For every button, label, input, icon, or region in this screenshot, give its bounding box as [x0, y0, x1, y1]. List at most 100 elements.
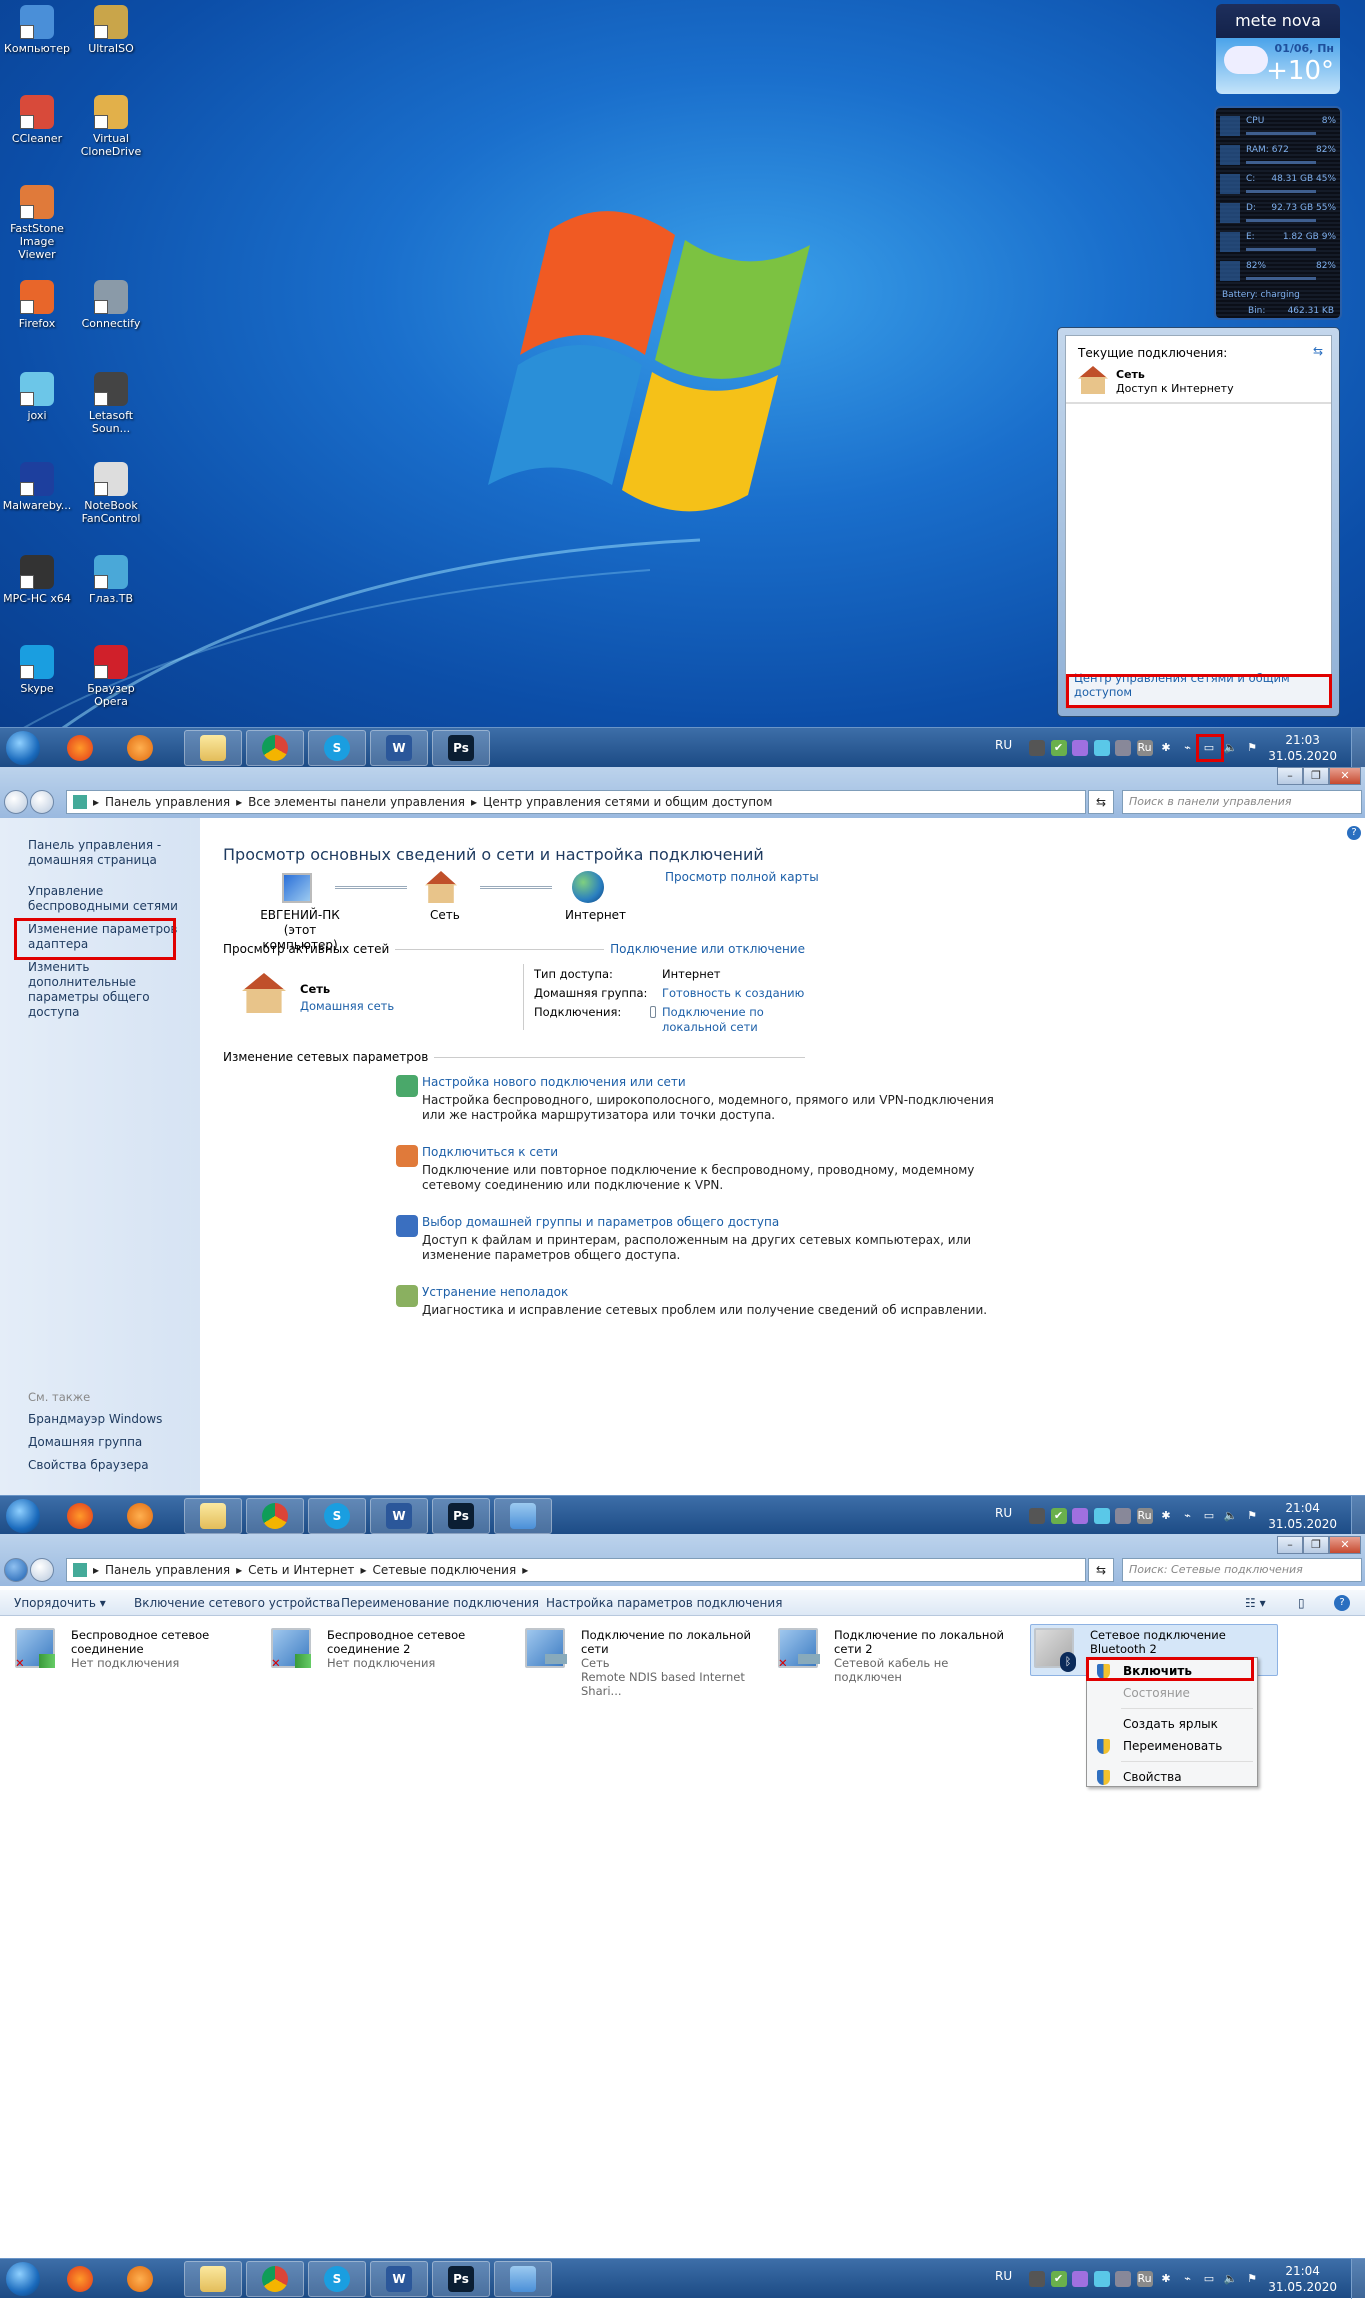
internet-globe-icon[interactable] — [572, 871, 604, 903]
rename-connection-button[interactable]: Переименование подключения — [341, 1596, 539, 1610]
view-options-icon[interactable]: ☷ ▾ — [1245, 1596, 1266, 1610]
taskbar-button[interactable]: S — [308, 2261, 366, 2297]
adapter-item[interactable]: ✕ Беспроводное сетевое соединение Нет подк… — [15, 1626, 260, 1678]
taskbar-button[interactable] — [246, 1498, 304, 1534]
menu-item-create-shortcut[interactable]: Создать ярлык — [1089, 1713, 1255, 1735]
adapter-item[interactable]: ✕ Беспроводное сетевое соединение 2 Нет по… — [271, 1626, 516, 1678]
desktop-icon[interactable]: Virtual CloneDrive — [74, 95, 148, 158]
show-desktop-button[interactable] — [1351, 1496, 1365, 1536]
volume-icon[interactable]: 🔈 — [1223, 740, 1239, 756]
homegroup-link[interactable]: Готовность к созданию — [662, 984, 812, 1003]
webcam-icon[interactable] — [1115, 2271, 1131, 2287]
bluetooth-icon[interactable]: ✱ — [1158, 740, 1174, 756]
clock[interactable]: 21:04 31.05.2020 — [1268, 2263, 1337, 2295]
start-button[interactable] — [6, 731, 40, 765]
taskbar-button[interactable] — [246, 730, 304, 766]
taskbar-button[interactable] — [60, 2261, 100, 2297]
taskbar-button[interactable] — [184, 1498, 242, 1534]
address-bar[interactable]: ▸ Панель управления ▸ Все элементы панели … — [66, 790, 1086, 814]
taskbar-button[interactable] — [120, 730, 160, 766]
action-center-icon[interactable]: ⚑ — [1244, 1508, 1260, 1524]
volume-icon[interactable]: 🔈 — [1223, 2271, 1239, 2287]
feather-icon[interactable] — [1072, 2271, 1088, 2287]
taskbar-button[interactable] — [184, 730, 242, 766]
language-indicator[interactable]: RU — [995, 2269, 1012, 2283]
flyout-network-name[interactable]: Сеть — [1116, 368, 1145, 381]
desktop-icon[interactable]: Firefox — [0, 280, 74, 330]
close-button[interactable]: ✕ — [1329, 767, 1361, 785]
taskbar-button[interactable]: W — [370, 2261, 428, 2297]
search-input[interactable]: Поиск в панели управления — [1122, 790, 1362, 814]
ru-keyboard-icon[interactable]: Ru — [1136, 740, 1153, 756]
taskbar-button[interactable] — [60, 1498, 100, 1534]
taskbar-button[interactable]: W — [370, 730, 428, 766]
address-bar[interactable]: ▸ Панель управления ▸ Сеть и Интернет ▸ Сет… — [66, 1558, 1086, 1582]
adapter-item[interactable]: ✕ Подключение по локальной сети 2 Сетевой … — [778, 1626, 1023, 1684]
taskbar-button[interactable] — [60, 730, 100, 766]
tray-app-icon[interactable] — [1093, 2271, 1110, 2287]
breadcrumb-item[interactable]: Сетевые подключения — [372, 1563, 516, 1577]
see-also-homegroup[interactable]: Домашняя группа — [28, 1435, 142, 1450]
forward-button[interactable] — [30, 790, 54, 814]
network-tray-icon[interactable]: ▭ — [1201, 1508, 1217, 1524]
power-plug-icon[interactable]: ⌁ — [1180, 2271, 1196, 2287]
breadcrumb-item[interactable]: Все элементы панели управления — [248, 795, 465, 809]
refresh-button[interactable]: ⇆ — [1088, 790, 1114, 814]
antivirus-icon[interactable]: ✔ — [1050, 1508, 1067, 1524]
back-button[interactable] — [4, 1558, 28, 1582]
back-button[interactable] — [4, 790, 28, 814]
ru-keyboard-icon[interactable]: Ru — [1136, 1508, 1153, 1524]
network-type-link[interactable]: Домашняя сеть — [300, 999, 394, 1013]
taskbar-button[interactable] — [120, 2261, 160, 2297]
taskbar-button[interactable] — [494, 2261, 552, 2297]
tray-app-icon[interactable] — [1093, 1508, 1110, 1524]
desktop-icon[interactable]: CCleaner — [0, 95, 74, 145]
desktop-icon[interactable]: Malwareby... — [0, 462, 74, 512]
breadcrumb-item[interactable]: Панель управления — [105, 795, 230, 809]
preview-pane-icon[interactable]: ▯ — [1298, 1596, 1305, 1610]
tray-app-icon[interactable] — [1093, 740, 1110, 756]
minimize-button[interactable]: – — [1277, 767, 1303, 785]
see-also-firewall[interactable]: Брандмауэр Windows — [28, 1412, 162, 1427]
taskbar-button[interactable]: Ps — [432, 730, 490, 766]
left-link-home[interactable]: Панель управления - домашняя страница — [28, 838, 196, 868]
language-indicator[interactable]: RU — [995, 738, 1012, 752]
show-desktop-button[interactable] — [1351, 2259, 1365, 2299]
taskbar-button[interactable]: Ps — [432, 1498, 490, 1534]
desktop-icon[interactable]: joxi — [0, 372, 74, 422]
weather-gadget[interactable]: mete nova 01/06, Пн +10° — [1216, 4, 1340, 94]
help-icon[interactable]: ? — [1334, 1595, 1350, 1611]
taskbar-button[interactable]: Ps — [432, 2261, 490, 2297]
desktop-icon[interactable]: NoteBook FanControl — [74, 462, 148, 525]
taskbar-button[interactable]: S — [308, 730, 366, 766]
left-link-sharing[interactable]: Изменить дополнительные параметры общего… — [28, 960, 196, 1020]
maximize-button[interactable]: ❐ — [1303, 1536, 1329, 1554]
network-tray-icon[interactable]: ▭ — [1201, 2271, 1217, 2287]
clock[interactable]: 21:04 31.05.2020 — [1268, 1500, 1337, 1532]
refresh-icon[interactable]: ⇆ — [1313, 344, 1323, 358]
search-input[interactable]: Поиск: Сетевые подключения — [1122, 1558, 1362, 1582]
close-button[interactable]: ✕ — [1329, 1536, 1361, 1554]
forward-button[interactable] — [30, 1558, 54, 1582]
audio-app-icon[interactable] — [1029, 740, 1045, 756]
taskbar-button[interactable] — [246, 2261, 304, 2297]
refresh-button[interactable]: ⇆ — [1088, 1558, 1114, 1582]
breadcrumb-item[interactable]: Центр управления сетями и общим доступом — [483, 795, 772, 809]
connection-settings-button[interactable]: Настройка параметров подключения — [546, 1596, 782, 1610]
task-link[interactable]: Настройка нового подключения или сети — [422, 1075, 1012, 1089]
taskbar-button[interactable] — [184, 2261, 242, 2297]
adapter-item[interactable]: Подключение по локальной сети Сеть Remote … — [525, 1626, 770, 1698]
local-connection-link[interactable]: Подключение по локальной сети — [662, 1005, 812, 1035]
start-button[interactable] — [6, 2262, 40, 2296]
breadcrumb-item[interactable]: Сеть и Интернет — [248, 1563, 354, 1577]
feather-icon[interactable] — [1072, 1508, 1088, 1524]
menu-item-properties[interactable]: Свойства — [1089, 1766, 1255, 1788]
task-link[interactable]: Устранение неполадок — [422, 1285, 1012, 1299]
full-map-link[interactable]: Просмотр полной карты — [665, 870, 819, 884]
breadcrumb-item[interactable]: Панель управления — [105, 1563, 230, 1577]
volume-icon[interactable]: 🔈 — [1223, 1508, 1239, 1524]
maximize-button[interactable]: ❐ — [1303, 767, 1329, 785]
organize-menu[interactable]: Упорядочить ▾ — [14, 1596, 106, 1610]
desktop-icon[interactable]: Letasoft Soun... — [74, 372, 148, 435]
see-also-browser[interactable]: Свойства браузера — [28, 1458, 149, 1473]
